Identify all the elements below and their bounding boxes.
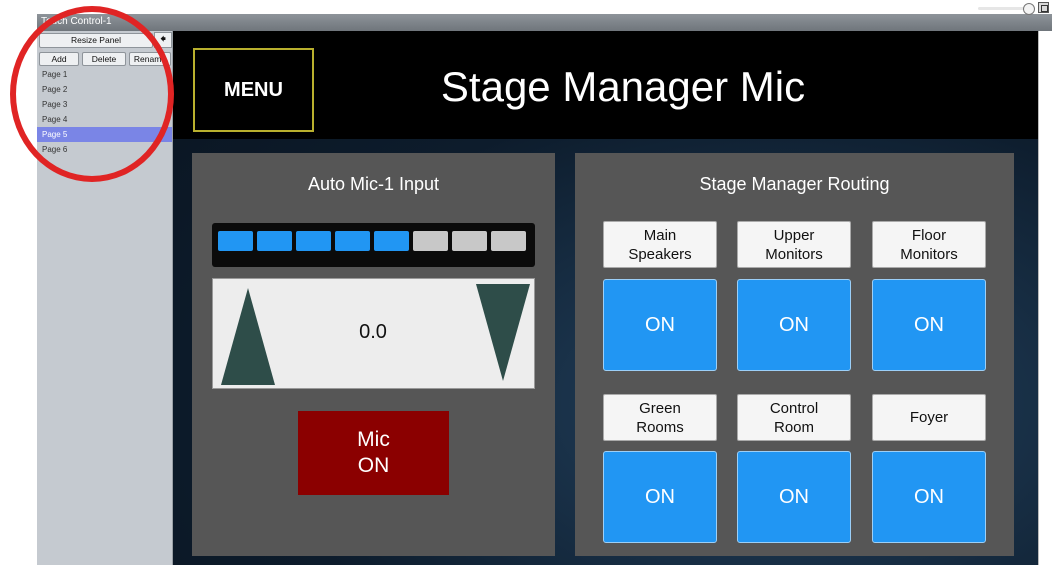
route-label-floor-monitors: Floor Monitors [872,221,986,268]
route-label-line: Floor [911,226,947,244]
route-main-speakers-button[interactable]: ON [603,279,717,371]
route-label-main-speakers: Main Speakers [603,221,717,268]
route-upper-monitors-button[interactable]: ON [737,279,851,371]
meter-segment [257,231,292,251]
page-item[interactable]: Page 2 [37,82,172,97]
mic-input-panel: Auto Mic-1 Input 0.0 Mic ON [192,153,555,556]
gain-fader: 0.0 [212,278,535,389]
route-label-line: Green [639,399,681,417]
page-item[interactable]: Page 4 [37,112,172,127]
page-item[interactable]: Page 3 [37,97,172,112]
level-meter [212,223,535,267]
meter-segment [335,231,370,251]
control-canvas: MENU Stage Manager Mic Auto Mic-1 Input … [173,31,1038,565]
page-list: Page 1 Page 2 Page 3 Page 4 Page 5 Page … [37,67,172,157]
page-item-selected[interactable]: Page 5 [37,127,172,142]
route-label-line: Monitors [900,245,958,263]
meter-segment [296,231,331,251]
route-label-line: Monitors [765,245,823,263]
route-label-line: Main [643,226,677,244]
route-label-control-room: Control Room [737,394,851,441]
mic-input-title: Auto Mic-1 Input [307,174,440,194]
right-edge-strip [1038,31,1052,565]
meter-segment [452,231,487,251]
route-label-line: Control [769,399,819,417]
route-label-line: Speakers [628,245,692,263]
route-floor-monitors-button[interactable]: ON [872,279,986,371]
route-label-foyer: Foyer [872,394,986,441]
pages-sidebar: Resize Panel 🠸 Add Delete Rename Page 1 … [37,31,173,565]
routing-title: Stage Manager Routing [699,174,890,194]
route-label-line: Upper [773,226,815,244]
route-foyer-button[interactable]: ON [872,451,986,543]
mic-button-line1: Mic [357,428,390,451]
page-item[interactable]: Page 6 [37,142,172,157]
add-page-button[interactable]: Add [39,52,79,66]
route-label-line: Foyer [909,409,949,426]
header-bar: MENU Stage Manager Mic [173,31,1038,139]
page-item[interactable]: Page 1 [37,67,172,82]
back-arrow-icon[interactable]: 🠸 [154,32,172,48]
gain-up-icon[interactable] [221,288,275,385]
meter-segment [413,231,448,251]
delete-page-button[interactable]: Delete [82,52,126,66]
menu-button[interactable]: MENU [193,48,314,132]
maximize-button[interactable] [1038,2,1049,13]
route-label-green-rooms: Green Rooms [603,394,717,441]
rename-page-button[interactable]: Rename [129,52,171,66]
route-label-upper-monitors: Upper Monitors [737,221,851,268]
mic-button-line2: ON [357,454,390,477]
route-control-room-button[interactable]: ON [737,451,851,543]
route-label-line: Room [773,418,814,436]
meter-segment [491,231,526,251]
meter-segment [374,231,409,251]
gain-value: 0.0 [359,321,387,343]
routing-panel: Stage Manager Routing Main Speakers Uppe… [575,153,1014,556]
window-title: Touch Control-1 [41,16,112,27]
route-green-rooms-button[interactable]: ON [603,451,717,543]
zoom-slider-knob[interactable] [1023,3,1035,15]
meter-segment [218,231,253,251]
page-title: Stage Manager Mic [440,63,806,110]
window-titlebar: Touch Control-1 [37,14,1052,31]
gain-down-icon[interactable] [476,284,530,381]
route-label-line: Rooms [636,418,684,436]
resize-panel-button[interactable]: Resize Panel [39,33,153,48]
mic-toggle-button[interactable]: Mic ON [298,411,449,495]
